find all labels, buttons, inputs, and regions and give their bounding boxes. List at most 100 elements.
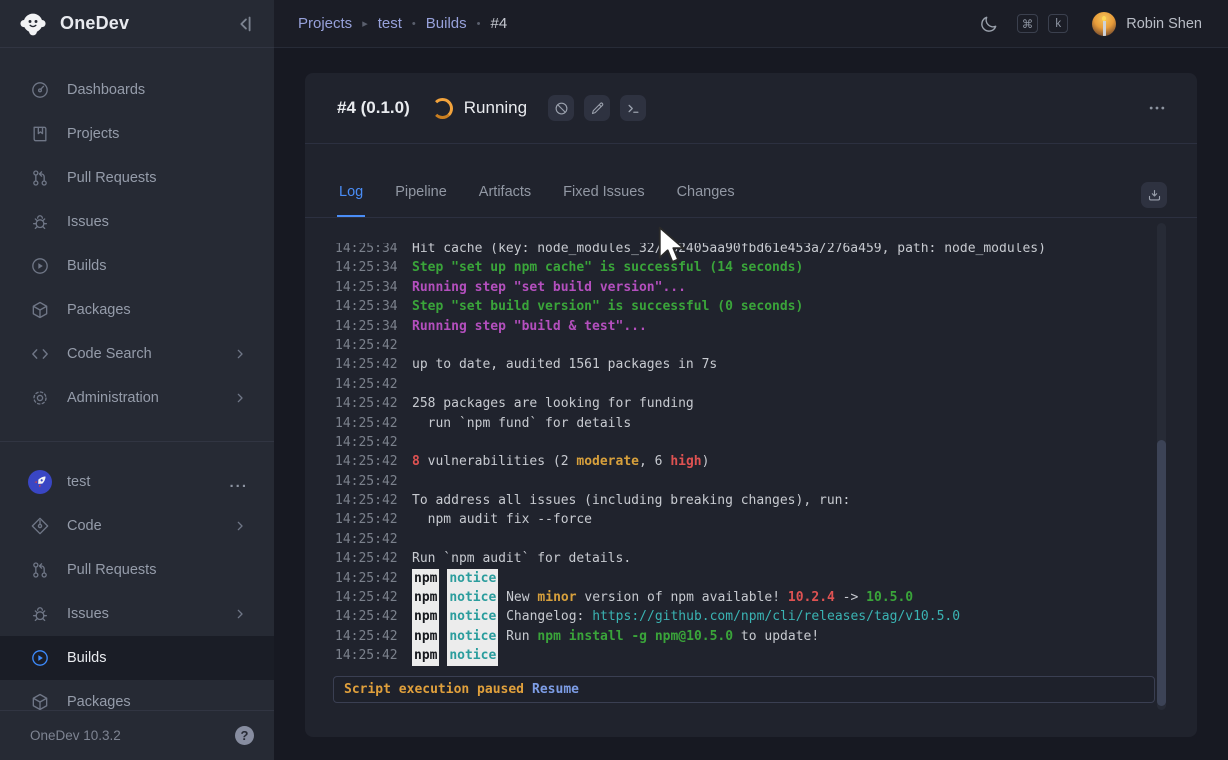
log-segment: npm <box>412 646 439 665</box>
sidebar-item-label: Issues <box>67 214 248 230</box>
log-segment: notice <box>447 569 498 588</box>
log-segment: to update! <box>733 627 819 646</box>
log-timestamp: 14:25:42 <box>335 588 397 607</box>
log-segment <box>439 569 447 588</box>
sidebar-item-builds[interactable]: Builds <box>0 636 274 680</box>
download-log-button[interactable] <box>1141 182 1167 208</box>
log-line: 14:25:42 <box>335 375 1131 394</box>
sidebar-item-label: Issues <box>67 606 232 622</box>
book-icon <box>30 124 50 144</box>
package-icon <box>30 692 50 710</box>
log-segment: Step "set build version" is successful (… <box>412 297 803 316</box>
user-avatar[interactable] <box>1092 12 1116 36</box>
sidebar-item-test[interactable]: test... <box>0 460 274 504</box>
log-timestamp: 14:25:42 <box>335 414 397 433</box>
log-timestamp: 14:25:42 <box>335 627 397 646</box>
log-segment: up to date, audited 1561 packages in 7s <box>412 355 717 374</box>
build-header: #4 (0.1.0) Running <box>305 73 1197 144</box>
tab-changes[interactable]: Changes <box>675 184 737 217</box>
log-link[interactable]: https://github.com/npm/cli/releases/tag/… <box>592 607 960 626</box>
log-segment: high <box>670 452 701 471</box>
breadcrumb-separator: • <box>412 18 416 30</box>
sidebar-item-label: Packages <box>67 694 248 710</box>
project-menu-button[interactable]: ... <box>229 474 248 491</box>
log-scrollbar-thumb[interactable] <box>1157 440 1166 706</box>
breadcrumb-separator: • <box>477 18 481 30</box>
play-circle-icon <box>30 648 50 668</box>
dashboard-icon <box>30 80 50 100</box>
pull-request-icon <box>30 168 50 188</box>
sidebar-item-administration[interactable]: Administration <box>0 376 274 420</box>
breadcrumb-item[interactable]: Projects <box>298 15 352 32</box>
play-circle-icon <box>30 256 50 276</box>
package-icon <box>30 300 50 320</box>
log-timestamp: 14:25:34 <box>335 243 397 258</box>
log-segment: 258 packages are looking for funding <box>412 394 694 413</box>
breadcrumb-item[interactable]: Builds <box>426 15 467 32</box>
more-options-button[interactable] <box>1147 98 1167 118</box>
log-timestamp: 14:25:34 <box>335 297 397 316</box>
sidebar-item-issues[interactable]: Issues <box>0 592 274 636</box>
breadcrumb: Projects▸test•Builds•#4 <box>298 15 507 32</box>
log-segment: ) <box>702 452 710 471</box>
shortcut-key-cmd: ⌘ <box>1017 14 1039 33</box>
tab-log[interactable]: Log <box>337 184 365 217</box>
tab-pipeline[interactable]: Pipeline <box>393 184 449 217</box>
log-segment: Running step "build & test"... <box>412 317 647 336</box>
log-line: 14:25:42npm notice Changelog: https://gi… <box>335 607 1131 626</box>
sidebar-item-dashboards[interactable]: Dashboards <box>0 68 274 112</box>
git-icon <box>30 516 50 536</box>
log-segment: Run <box>498 627 537 646</box>
log-line: 14:25:42npm notice New minor version of … <box>335 588 1131 607</box>
tab-artifacts[interactable]: Artifacts <box>477 184 533 217</box>
log-line: 14:25:42 run `npm fund` for details <box>335 414 1131 433</box>
log-segment: npm audit fix --force <box>412 510 592 529</box>
bug-icon <box>30 604 50 624</box>
log-segment: To address all issues (including breakin… <box>412 491 850 510</box>
pull-request-icon <box>30 560 50 580</box>
chevron-right-icon <box>232 390 248 406</box>
log-timestamp: 14:25:34 <box>335 258 397 277</box>
breadcrumb-item: #4 <box>490 15 507 32</box>
log-segment: 10.2.4 <box>788 588 835 607</box>
build-log[interactable]: 14:25:34Hit cache (key: node_modules_32/… <box>335 243 1131 670</box>
resume-link[interactable]: Resume <box>532 682 579 697</box>
topbar-right: ⌘ k Robin Shen <box>979 12 1202 36</box>
breadcrumb-item[interactable]: test <box>378 15 402 32</box>
log-line: 14:25:42 npm audit fix --force <box>335 510 1131 529</box>
log-timestamp: 14:25:42 <box>335 607 397 626</box>
sidebar-item-pull-requests[interactable]: Pull Requests <box>0 548 274 592</box>
sidebar-item-label: Packages <box>67 302 248 318</box>
log-segment: version of npm available! <box>577 588 788 607</box>
log-line: 14:25:42 <box>335 433 1131 452</box>
log-timestamp: 14:25:42 <box>335 646 397 665</box>
sidebar-collapse-icon[interactable] <box>234 13 256 35</box>
log-segment: New <box>498 588 537 607</box>
sidebar-item-packages[interactable]: Packages <box>0 680 274 710</box>
log-line: 14:25:42 <box>335 336 1131 355</box>
sidebar-item-issues[interactable]: Issues <box>0 200 274 244</box>
edit-build-button[interactable] <box>584 95 610 121</box>
chevron-right-icon <box>232 606 248 622</box>
sidebar-item-pull-requests[interactable]: Pull Requests <box>0 156 274 200</box>
log-line: 14:25:42npm notice <box>335 646 1131 665</box>
sidebar-item-projects[interactable]: Projects <box>0 112 274 156</box>
log-timestamp: 14:25:42 <box>335 491 397 510</box>
log-line: 14:25:42npm notice Run npm install -g np… <box>335 627 1131 646</box>
sidebar-item-code[interactable]: Code <box>0 504 274 548</box>
project-avatar <box>28 470 52 494</box>
sidebar-item-code-search[interactable]: Code Search <box>0 332 274 376</box>
terminal-button[interactable] <box>620 95 646 121</box>
tab-fixed-issues[interactable]: Fixed Issues <box>561 184 646 217</box>
topbar: Projects▸test•Builds•#4 ⌘ k Robin Shen <box>274 0 1228 48</box>
log-timestamp: 14:25:42 <box>335 433 397 452</box>
help-icon[interactable]: ? <box>235 726 254 745</box>
sidebar-item-builds[interactable]: Builds <box>0 244 274 288</box>
log-segment: Step "set up npm cache" is successful (1… <box>412 258 803 277</box>
cancel-build-button[interactable] <box>548 95 574 121</box>
sidebar-item-packages[interactable]: Packages <box>0 288 274 332</box>
dark-mode-toggle-icon[interactable] <box>979 14 999 34</box>
log-segment: npm <box>412 569 439 588</box>
log-timestamp: 14:25:42 <box>335 530 397 549</box>
user-name[interactable]: Robin Shen <box>1126 16 1202 32</box>
